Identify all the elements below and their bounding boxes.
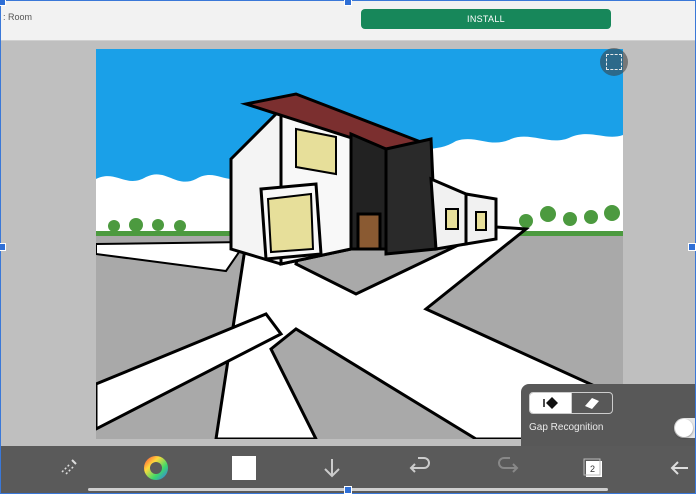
install-button[interactable]: INSTALL	[361, 9, 611, 29]
back-button[interactable]	[666, 454, 694, 482]
fill-tool-panel: Gap Recognition	[521, 384, 696, 446]
fill-bucket-icon	[543, 397, 558, 409]
resize-handle-ml[interactable]	[0, 243, 6, 251]
redo-icon	[498, 457, 519, 473]
toggle-knob	[675, 419, 693, 437]
resize-handle-mr[interactable]	[688, 243, 696, 251]
back-icon	[670, 461, 688, 475]
transform-button[interactable]	[54, 454, 82, 482]
gap-recognition-label: Gap Recognition	[529, 422, 604, 433]
undo-button[interactable]	[406, 454, 434, 482]
resize-handle-tc[interactable]	[344, 0, 352, 6]
selection-tool-button[interactable]	[600, 48, 628, 76]
resize-handle-bc[interactable]	[344, 486, 352, 494]
color-wheel-icon	[144, 456, 168, 480]
layer-count: 2	[590, 464, 596, 474]
resize-handle-tl[interactable]	[0, 0, 6, 6]
layers-button[interactable]: 2	[580, 454, 608, 482]
drawing-canvas[interactable]	[96, 49, 623, 439]
white-swatch	[232, 456, 256, 480]
eraser-icon	[585, 398, 599, 409]
redo-button[interactable]	[494, 454, 522, 482]
current-color-swatch[interactable]	[230, 454, 258, 482]
down-arrow-button[interactable]	[318, 454, 346, 482]
color-picker-button[interactable]	[142, 454, 170, 482]
room-label: : Room	[3, 12, 33, 22]
transform-icon	[61, 459, 77, 475]
gap-recognition-toggle[interactable]	[674, 418, 696, 438]
erase-mode-button[interactable]	[571, 393, 612, 413]
artwork	[96, 49, 623, 439]
undo-icon	[409, 457, 430, 473]
fill-mode-segmented-control	[529, 392, 613, 414]
top-banner: : Room INSTALL	[1, 0, 695, 41]
fill-mode-button[interactable]	[530, 393, 571, 413]
selection-icon	[606, 54, 622, 70]
down-arrow-icon	[324, 459, 340, 478]
